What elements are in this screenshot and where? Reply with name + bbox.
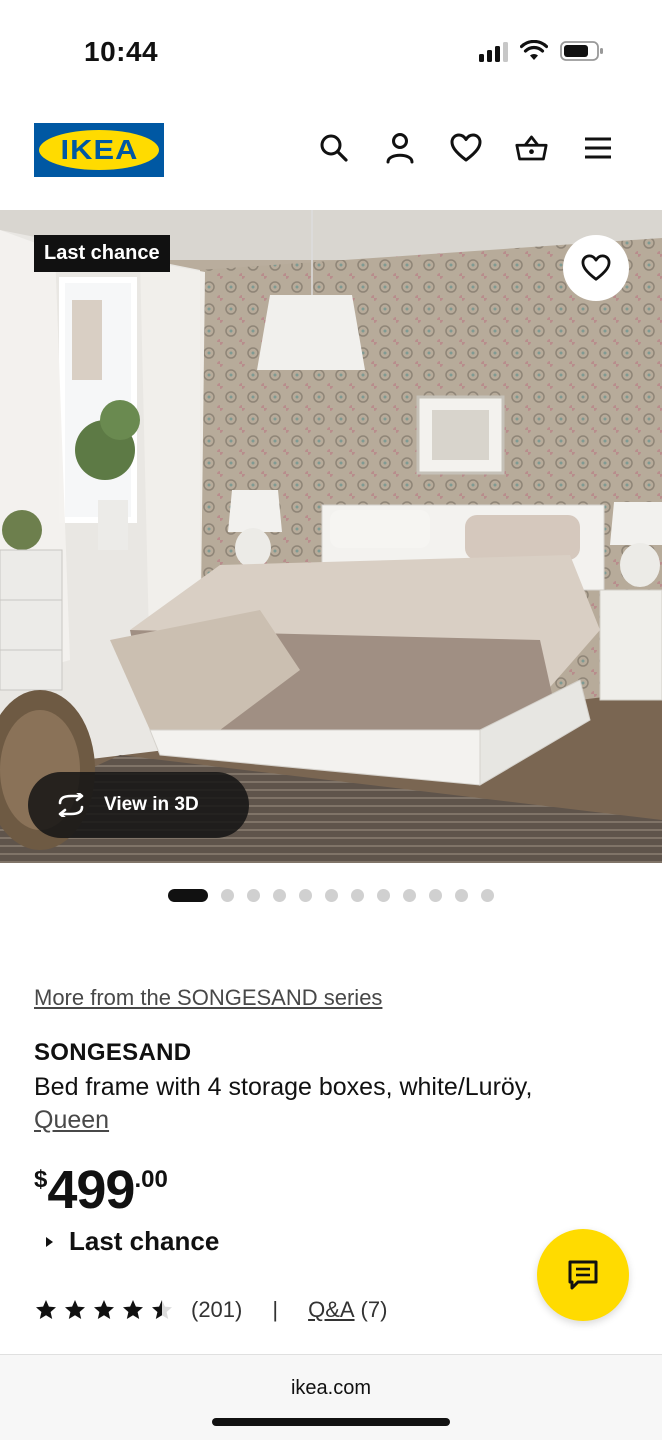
- price-currency: $: [34, 1166, 48, 1193]
- star-full-icon: [94, 1300, 114, 1319]
- last-chance-badge: Last chance: [34, 235, 170, 272]
- add-to-favorites-button[interactable]: [563, 235, 629, 301]
- star-half-icon: [152, 1300, 172, 1319]
- url-text[interactable]: ikea.com: [0, 1377, 662, 1400]
- star-full-icon: [65, 1300, 85, 1319]
- availability-label: Last chance: [69, 1226, 220, 1256]
- size-link[interactable]: Queen: [34, 1106, 109, 1134]
- product-name: SONGESAND: [34, 1039, 192, 1066]
- expand-triangle-icon: [46, 1236, 53, 1247]
- carousel-pagination: [0, 889, 662, 902]
- carousel-dot-active[interactable]: [167, 889, 208, 902]
- search-icon[interactable]: [317, 130, 350, 166]
- chat-button[interactable]: [537, 1229, 629, 1321]
- carousel-dot[interactable]: [247, 889, 261, 902]
- site-header: IKEA: [0, 100, 662, 210]
- price-integer: 499: [47, 1160, 135, 1220]
- account-icon[interactable]: [383, 130, 416, 166]
- carousel-dot[interactable]: [351, 889, 365, 902]
- wifi-icon: [520, 40, 548, 60]
- browser-url-bar[interactable]: ikea.com: [0, 1354, 662, 1440]
- product-price: $ 499 .00: [34, 1160, 168, 1220]
- carousel-dot[interactable]: [455, 889, 469, 902]
- rotate-3d-icon: [58, 793, 84, 817]
- carousel-dot[interactable]: [429, 889, 443, 902]
- qa-link[interactable]: Q&A: [308, 1297, 354, 1323]
- carousel-dot[interactable]: [273, 889, 287, 902]
- view-in-3d-button[interactable]: View in 3D: [28, 772, 249, 838]
- heart-icon: [581, 254, 611, 281]
- status-time: 10:44: [84, 36, 159, 67]
- carousel-dot[interactable]: [403, 889, 417, 902]
- star-full-icon: [36, 1300, 56, 1319]
- product-description: Bed frame with 4 storage boxes, white/Lu…: [34, 1071, 624, 1137]
- carousel-dot[interactable]: [325, 889, 339, 902]
- menu-icon[interactable]: [581, 130, 614, 166]
- review-count[interactable]: (201): [191, 1297, 242, 1323]
- price-decimal: .00: [134, 1166, 168, 1193]
- logo-text: IKEA: [60, 134, 138, 165]
- rating-row: (201) | Q&A (7): [34, 1297, 387, 1323]
- rating-stars[interactable]: [34, 1298, 174, 1322]
- status-icons: [479, 40, 604, 62]
- basket-icon[interactable]: [515, 130, 548, 166]
- carousel-dot[interactable]: [221, 889, 235, 902]
- cellular-signal-icon: [479, 40, 508, 62]
- header-nav-icons: [317, 130, 614, 166]
- chat-icon: [568, 1260, 598, 1290]
- product-description-text: Bed frame with 4 storage boxes, white/Lu…: [34, 1073, 533, 1101]
- product-image-carousel[interactable]: Last chance View in 3D: [0, 210, 662, 863]
- series-link[interactable]: More from the SONGESAND series: [34, 985, 382, 1011]
- home-indicator[interactable]: [212, 1418, 450, 1426]
- battery-icon: [560, 41, 603, 61]
- qa-count: (7): [360, 1297, 388, 1322]
- carousel-dot[interactable]: [377, 889, 391, 902]
- logo-oval: IKEA: [39, 130, 159, 170]
- carousel-dot[interactable]: [299, 889, 313, 902]
- heart-icon[interactable]: [449, 130, 482, 166]
- star-full-icon: [123, 1300, 143, 1319]
- ikea-logo[interactable]: IKEA: [34, 123, 164, 177]
- bedroom-product-photo: [0, 210, 662, 863]
- view-in-3d-label: View in 3D: [104, 794, 199, 815]
- status-bar: 10:44: [0, 0, 662, 100]
- carousel-dot[interactable]: [481, 889, 495, 902]
- availability-toggle[interactable]: Last chance: [46, 1226, 219, 1257]
- rating-separator: |: [272, 1297, 279, 1322]
